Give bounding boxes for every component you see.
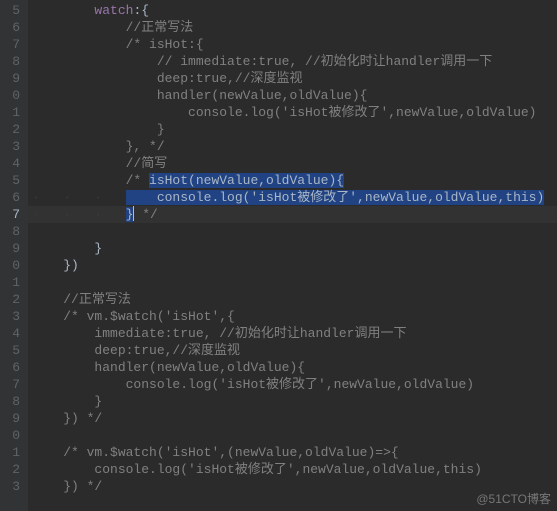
line-number: 3 — [4, 478, 20, 495]
code-line[interactable]: //正常写法 — [28, 291, 557, 308]
code-line[interactable]: · · · console.log('isHot被修改了',newValue,o… — [28, 189, 557, 206]
code-line[interactable]: immediate:true, //初始化时让handler调用一下 — [28, 325, 557, 342]
line-number: 6 — [4, 359, 20, 376]
line-number: 4 — [4, 155, 20, 172]
code-line[interactable]: /* vm.$watch('isHot',{ — [28, 308, 557, 325]
line-number: 8 — [4, 393, 20, 410]
code-line[interactable]: //正常写法 — [28, 19, 557, 36]
line-number: 9 — [4, 240, 20, 257]
line-number: 9 — [4, 410, 20, 427]
code-line[interactable]: }, */ — [28, 138, 557, 155]
line-number: 3 — [4, 308, 20, 325]
line-number: 2 — [4, 121, 20, 138]
code-token: //简写 — [126, 156, 168, 171]
code-line[interactable]: } — [28, 393, 557, 410]
code-token: watch — [94, 3, 133, 18]
line-number-gutter: 56789012345678901234567890123 — [0, 0, 28, 511]
code-line[interactable]: handler(newValue,oldValue){ — [28, 87, 557, 104]
line-number: 9 — [4, 70, 20, 87]
code-token: console.log('isHot被修改了',newValue,oldValu… — [188, 105, 536, 120]
code-line[interactable]: // immediate:true, //初始化时让handler调用一下 — [28, 53, 557, 70]
code-token: }, */ — [126, 139, 165, 154]
code-line[interactable]: }) — [28, 257, 557, 274]
line-number: 3 — [4, 138, 20, 155]
code-token: /* vm.$watch('isHot',{ — [63, 309, 235, 324]
code-line[interactable]: watch:{ — [28, 2, 557, 19]
line-number: 1 — [4, 444, 20, 461]
line-number: 0 — [4, 427, 20, 444]
line-number: 6 — [4, 189, 20, 206]
line-number: 1 — [4, 274, 20, 291]
code-token: :{ — [133, 3, 149, 18]
selected-text: console.log('isHot被修改了',newValue,oldValu… — [126, 190, 545, 205]
code-token: immediate:true, //初始化时让handler调用一下 — [94, 326, 406, 341]
code-token: console.log('isHot被修改了',newValue,oldValu… — [94, 462, 481, 477]
code-line[interactable]: · · · } */ — [28, 206, 557, 223]
line-number: 0 — [4, 257, 20, 274]
line-number: 8 — [4, 53, 20, 70]
code-editor[interactable]: 56789012345678901234567890123 watch:{ //… — [0, 0, 557, 511]
code-token: }) */ — [63, 411, 102, 426]
code-token: handler(newValue,oldValue){ — [94, 360, 305, 375]
code-line[interactable]: /* isHot:{ — [28, 36, 557, 53]
code-token: //正常写法 — [63, 292, 131, 307]
code-token: //正常写法 — [126, 20, 194, 35]
line-number: 5 — [4, 172, 20, 189]
code-line[interactable] — [28, 274, 557, 291]
line-number: 7 — [4, 206, 20, 223]
code-token: } — [94, 394, 102, 409]
line-number: 8 — [4, 223, 20, 240]
code-token: }) — [63, 258, 79, 273]
code-token: /* isHot:{ — [126, 37, 204, 52]
code-token: deep:true,//深度监视 — [157, 71, 303, 86]
code-line[interactable]: console.log('isHot被修改了',newValue,oldValu… — [28, 104, 557, 121]
line-number: 0 — [4, 87, 20, 104]
code-line[interactable]: } — [28, 121, 557, 138]
code-token: } — [157, 122, 165, 137]
code-line[interactable]: console.log('isHot被修改了',newValue,oldValu… — [28, 461, 557, 478]
code-line[interactable]: deep:true,//深度监视 — [28, 342, 557, 359]
code-area[interactable]: watch:{ //正常写法 /* isHot:{ // immediate:t… — [28, 0, 557, 511]
selected-text: } — [126, 207, 134, 222]
code-line[interactable] — [28, 223, 557, 240]
code-token: handler(newValue,oldValue){ — [157, 88, 368, 103]
line-number: 1 — [4, 104, 20, 121]
code-line[interactable]: console.log('isHot被修改了',newValue,oldValu… — [28, 376, 557, 393]
code-token: /* — [126, 173, 149, 188]
code-token: // immediate:true, //初始化时让handler调用一下 — [157, 54, 492, 69]
line-number: 2 — [4, 291, 20, 308]
line-number: 5 — [4, 342, 20, 359]
code-token: console.log('isHot被修改了',newValue,oldValu… — [126, 377, 474, 392]
selected-text: isHot(newValue,oldValue){ — [149, 173, 344, 188]
code-line[interactable]: } — [28, 240, 557, 257]
code-token: /* vm.$watch('isHot',(newValue,oldValue)… — [63, 445, 398, 460]
line-number: 2 — [4, 461, 20, 478]
code-token: } — [94, 241, 102, 256]
code-token: }) */ — [63, 479, 102, 494]
line-number: 7 — [4, 36, 20, 53]
code-line[interactable] — [28, 427, 557, 444]
whitespace-marker: · · · — [32, 190, 126, 205]
code-line[interactable]: /* isHot(newValue,oldValue){ — [28, 172, 557, 189]
code-line[interactable]: //简写 — [28, 155, 557, 172]
code-token: deep:true,//深度监视 — [94, 343, 240, 358]
code-line[interactable]: }) */ — [28, 410, 557, 427]
whitespace-marker: · · · — [32, 207, 126, 222]
line-number: 6 — [4, 19, 20, 36]
line-number: 4 — [4, 325, 20, 342]
code-line[interactable]: deep:true,//深度监视 — [28, 70, 557, 87]
line-number: 7 — [4, 376, 20, 393]
line-number: 5 — [4, 2, 20, 19]
code-token: */ — [134, 207, 157, 222]
code-line[interactable]: /* vm.$watch('isHot',(newValue,oldValue)… — [28, 444, 557, 461]
code-line[interactable]: handler(newValue,oldValue){ — [28, 359, 557, 376]
watermark-text: @51CTO博客 — [476, 490, 551, 507]
